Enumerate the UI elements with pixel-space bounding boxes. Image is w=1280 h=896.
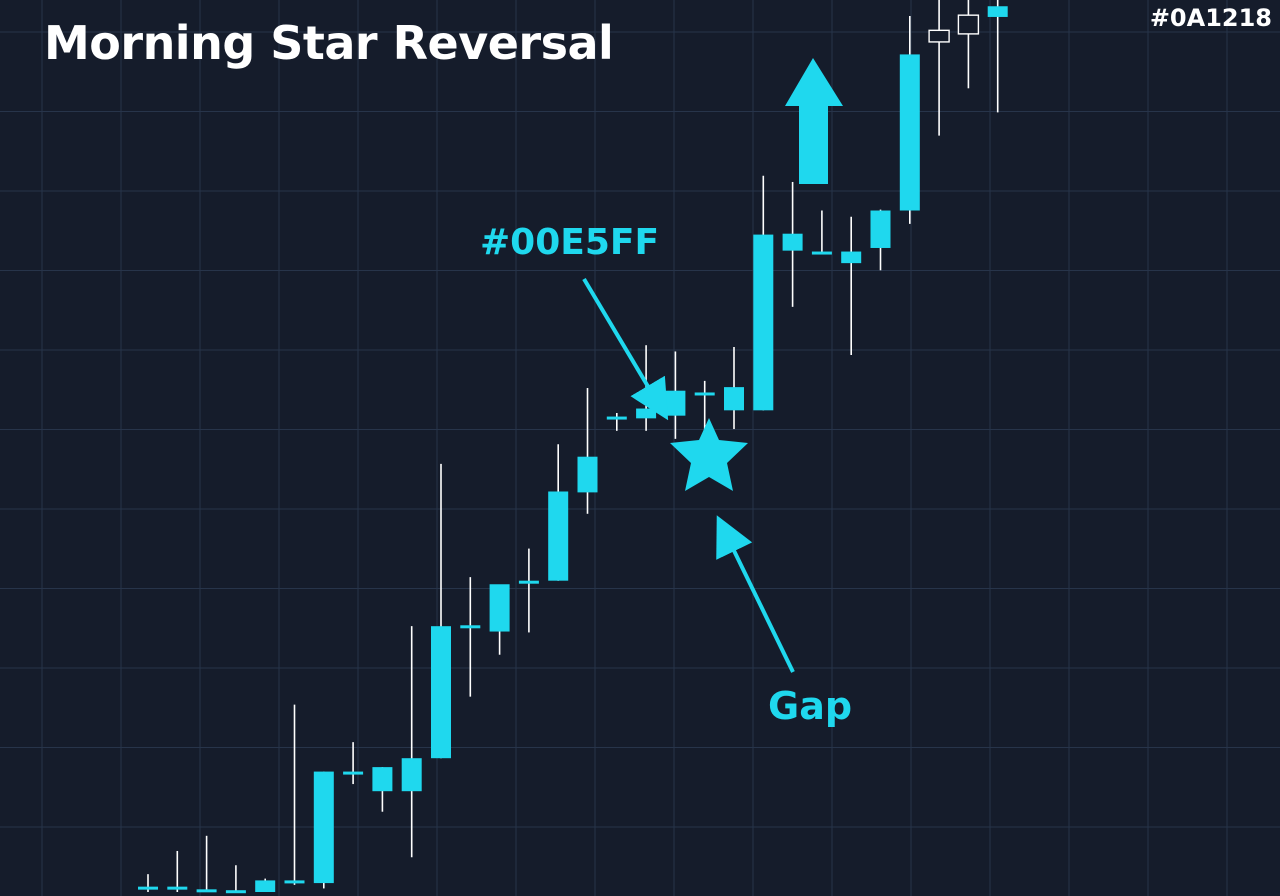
candle	[138, 874, 158, 892]
annotations	[582, 58, 843, 673]
candle-body	[782, 233, 803, 251]
candle	[665, 351, 686, 439]
candle-body	[460, 625, 481, 629]
candlestick-chart	[0, 0, 1280, 896]
candle-body	[313, 771, 334, 884]
candle-body	[255, 880, 276, 892]
candle	[548, 444, 569, 581]
candle-body	[167, 886, 188, 890]
candle-body	[928, 29, 950, 43]
candle-body	[899, 54, 920, 211]
candle-body	[606, 416, 627, 420]
candle-body	[577, 456, 598, 493]
candle	[606, 412, 627, 431]
candle	[343, 742, 364, 785]
chart-root: Morning Star Reversal #0A1218 #00E5FF Ga…	[0, 0, 1280, 896]
corner-color-tag: #0A1218	[1149, 4, 1272, 32]
candle	[636, 345, 657, 431]
candle-body	[870, 210, 891, 248]
arrow-up-icon	[785, 58, 843, 184]
candle	[460, 577, 481, 697]
candle	[870, 209, 891, 271]
pointer-arrow-icon	[716, 515, 795, 673]
candle-body	[636, 408, 657, 419]
candle	[811, 210, 832, 255]
candle	[928, 0, 950, 136]
candle-body	[401, 758, 422, 792]
candle	[518, 548, 539, 633]
candle-body	[225, 890, 246, 894]
candle	[753, 175, 774, 411]
candle-body	[343, 771, 364, 775]
candle	[372, 767, 393, 812]
candle	[225, 865, 246, 894]
candle-body	[372, 767, 393, 792]
candle	[313, 771, 334, 889]
candle-body	[957, 14, 980, 35]
candle-body	[548, 491, 569, 581]
candle	[489, 584, 510, 655]
candle	[899, 16, 920, 224]
candle	[431, 463, 451, 759]
candle	[841, 216, 862, 356]
candle-body	[196, 889, 217, 893]
candle-body	[724, 387, 744, 411]
gap-annotation-label: Gap	[768, 684, 853, 728]
candle-body	[431, 626, 451, 759]
candle-body	[841, 251, 862, 264]
candle-body	[987, 6, 1008, 17]
candle-body	[138, 886, 158, 890]
candle-body	[694, 392, 715, 396]
candle	[782, 181, 803, 307]
color-annotation-label: #00E5FF	[480, 222, 660, 263]
candle-body	[753, 234, 774, 411]
candle-body	[518, 580, 539, 584]
candle	[255, 878, 276, 892]
candle-body	[811, 251, 832, 255]
candle	[284, 704, 305, 885]
candle-body	[489, 584, 510, 632]
candle	[167, 850, 188, 892]
star-icon	[670, 418, 748, 491]
chart-title: Morning Star Reversal	[44, 16, 614, 70]
pointer-arrow-icon	[582, 277, 669, 421]
candle	[401, 626, 422, 858]
candle-body	[284, 880, 305, 884]
grid-lines	[0, 0, 1280, 896]
candle	[724, 346, 744, 430]
candle-body	[665, 390, 686, 416]
candles	[138, 0, 1008, 894]
candle	[987, 0, 1008, 113]
candle	[957, 0, 980, 89]
